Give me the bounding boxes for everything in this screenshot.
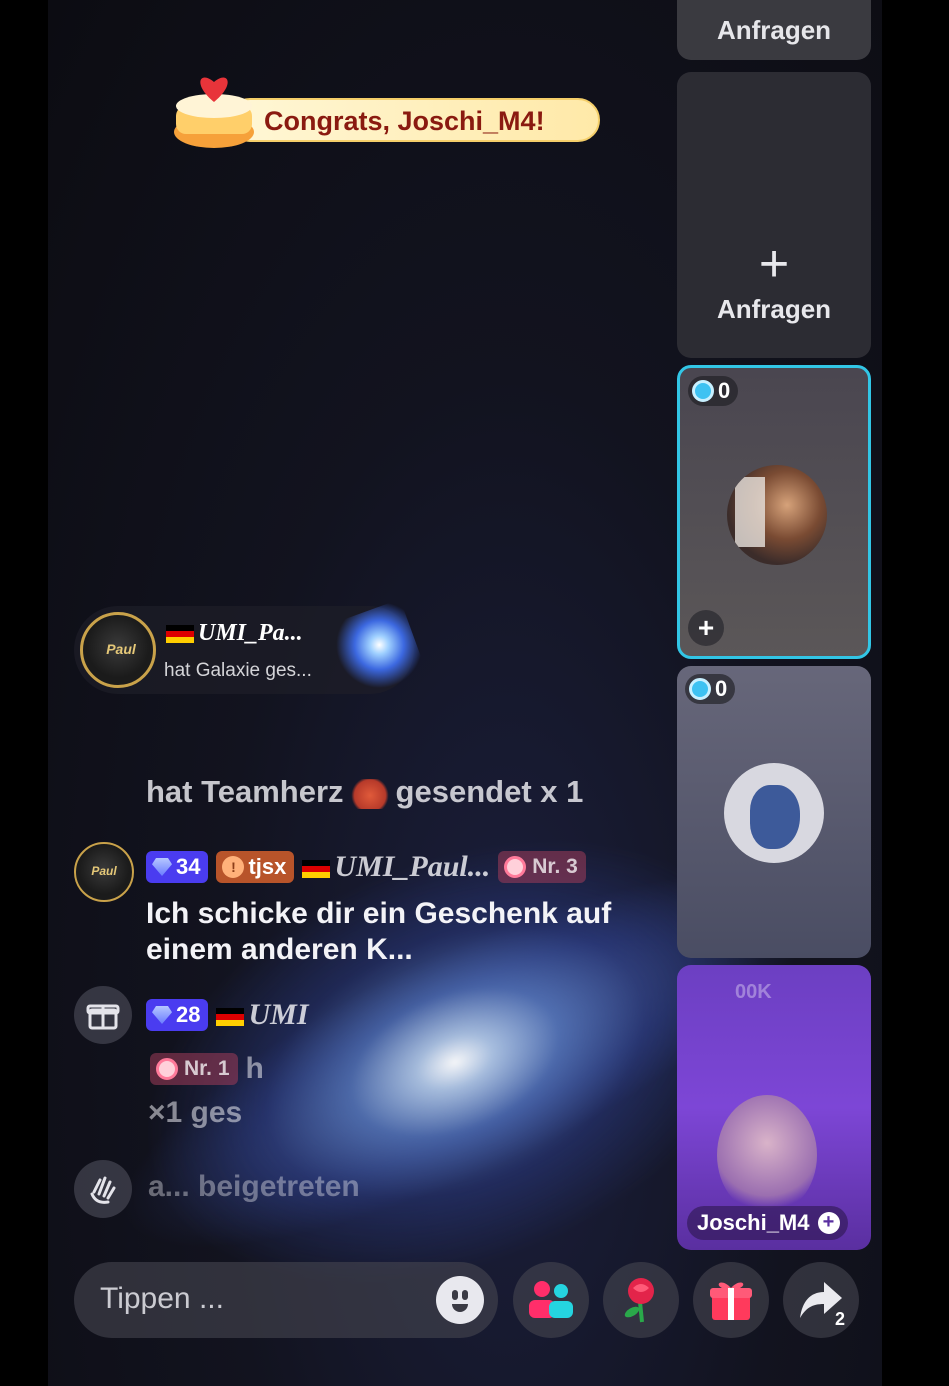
congrats-text: Congrats, Joschi_M4! [264, 106, 545, 136]
sender-avatar[interactable]: Paul [80, 612, 156, 688]
gift-box-icon[interactable] [74, 986, 132, 1044]
score-badge: 0 [688, 376, 739, 406]
emoji-button[interactable] [436, 1276, 484, 1324]
gift-description: hat Galaxie ges... [164, 660, 312, 681]
fan-club-badge: ! tjsx [216, 851, 295, 883]
chat-username[interactable]: UMI_Paul... [302, 850, 490, 884]
chat-badges-2: 28 UMI [146, 998, 309, 1032]
guest-card-1[interactable]: 0 + [677, 365, 871, 659]
fan-heart-icon: ! [222, 856, 245, 878]
score-value: 0 [718, 378, 731, 403]
joined-message: a... beigetreten [148, 1170, 360, 1203]
share-button[interactable]: 2 [783, 1262, 859, 1338]
guest-card-3[interactable]: 00K Joschi_M4 + [677, 965, 871, 1250]
people-icon [529, 1281, 573, 1318]
medal-icon [504, 856, 527, 878]
follow-plus-icon[interactable]: + [817, 1212, 840, 1234]
requests-button[interactable]: Anfragen [677, 0, 871, 60]
chat-username[interactable]: UMI [216, 998, 309, 1032]
sender-name: UMI_Pa... [166, 620, 303, 647]
gift-button[interactable] [693, 1262, 769, 1338]
plus-icon: + [758, 235, 790, 293]
wave-hand-icon[interactable] [74, 1160, 132, 1218]
score-badge: 0 [685, 674, 736, 704]
chat-badges-3: Nr. 1 h [150, 1052, 264, 1086]
teamherz-gift-icon [349, 778, 390, 809]
gift-icon [710, 1282, 752, 1320]
gem-icon [152, 1006, 172, 1024]
smiley-icon [436, 1276, 484, 1324]
chat-message-2-text: ×1 ges [148, 1096, 243, 1129]
rank-badge: Nr. 1 [150, 1053, 238, 1085]
germany-flag-icon [166, 625, 194, 644]
guest-avatar [724, 763, 824, 863]
chat-avatar[interactable]: Paul [74, 842, 134, 902]
chat-badges: 34 ! tjsx UMI_Paul... Nr. 3 [146, 850, 586, 884]
guest-card-2[interactable]: 0 [677, 666, 871, 958]
medal-icon [156, 1058, 178, 1080]
guest-avatar [727, 465, 827, 565]
multi-guest-button[interactable] [513, 1262, 589, 1338]
congrats-banner: Congrats, Joschi_M4! [172, 66, 604, 150]
score-icon [692, 380, 714, 402]
gift-notification: Paul UMI_Pa... hat Galaxie ges... [74, 599, 428, 701]
add-guest-button[interactable]: + [688, 610, 724, 646]
share-count: 2 [834, 1309, 845, 1329]
guest-faded-value: 00K [735, 981, 772, 1003]
cake-icon [174, 77, 254, 148]
germany-flag-icon [302, 860, 331, 879]
score-value: 0 [715, 676, 728, 701]
request-slot-card[interactable]: + Anfragen [677, 72, 871, 358]
gem-icon [152, 858, 172, 876]
comment-input[interactable]: Tippen ... [74, 1262, 498, 1338]
level-badge: 34 [146, 851, 209, 883]
level-badge: 28 [146, 999, 209, 1031]
guest-name-pill[interactable]: Joschi_M4 + [687, 1206, 848, 1240]
guest-video [717, 1095, 817, 1215]
rose-gift-button[interactable] [603, 1262, 679, 1338]
guest-name: Joschi_M4 [697, 1210, 810, 1235]
germany-flag-icon [216, 1008, 245, 1027]
rank-badge: Nr. 3 [498, 851, 586, 883]
chat-message-text: Ich schicke dir ein Geschenk auf einem a… [146, 897, 612, 966]
request-slot-label: Anfragen [716, 294, 832, 324]
score-icon [689, 678, 711, 700]
chat-gift-line: hat Teamherz gesendet x 1 [146, 774, 584, 809]
comment-placeholder: Tippen ... [100, 1282, 224, 1315]
rose-icon [624, 1278, 654, 1323]
